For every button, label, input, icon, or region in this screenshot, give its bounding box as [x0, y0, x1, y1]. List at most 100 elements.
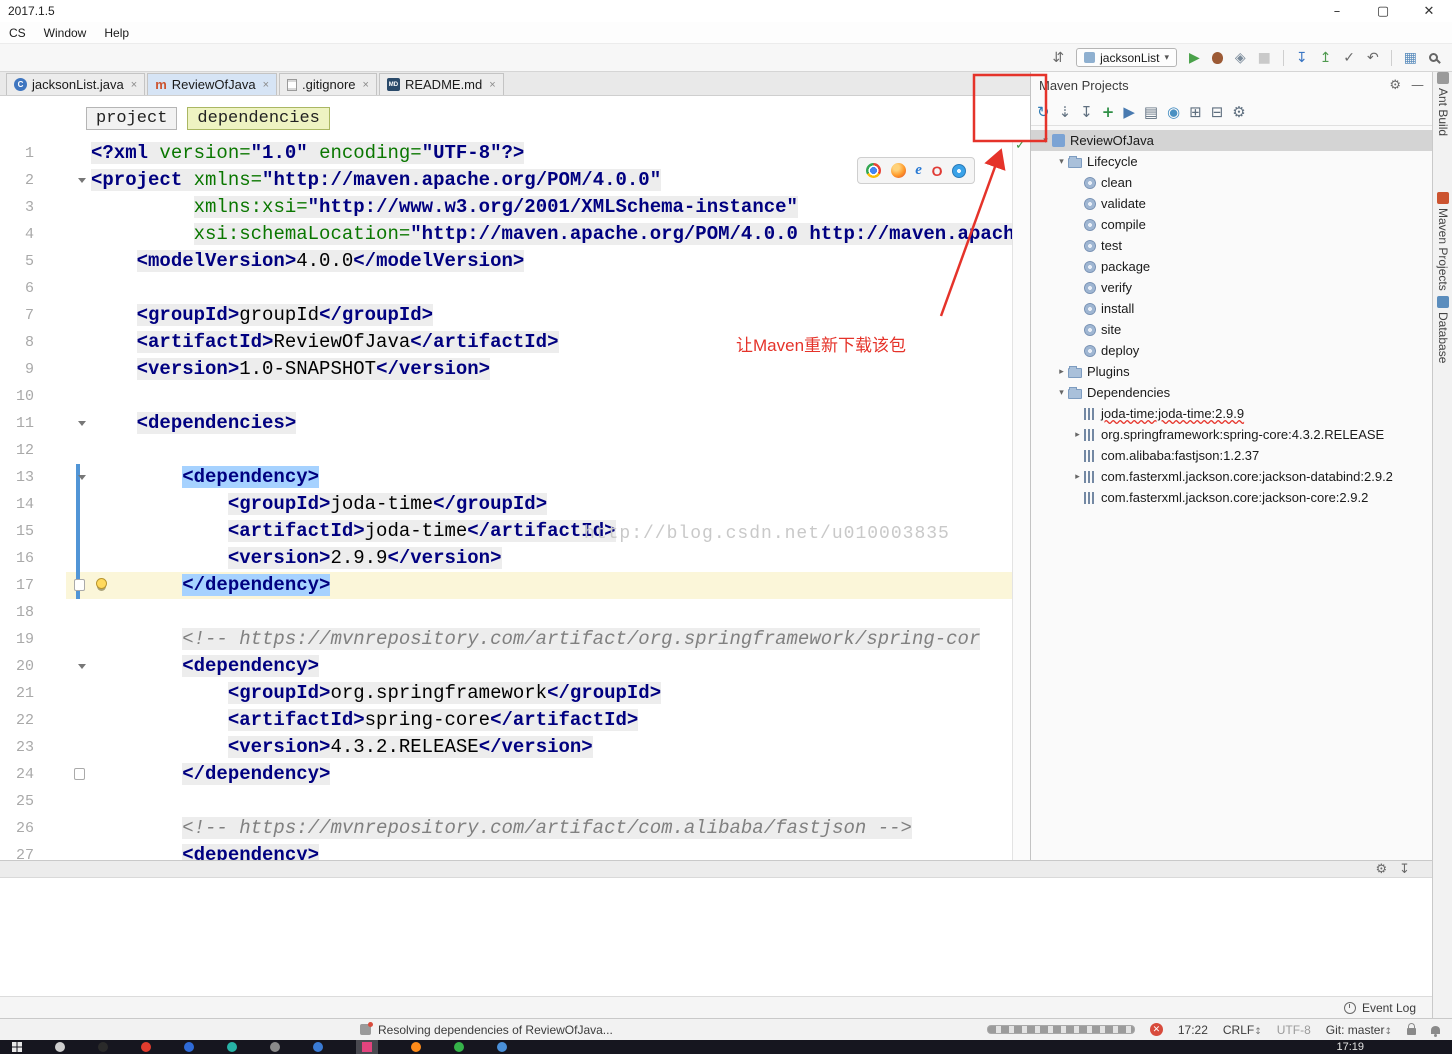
menu-item-window[interactable]: Window — [35, 22, 96, 43]
maven-tree-item-dependencies[interactable]: ▾Dependencies — [1031, 382, 1432, 403]
encoding-widget[interactable]: UTF-8 — [1277, 1023, 1311, 1037]
maven-tree-item-package[interactable]: package — [1031, 256, 1432, 277]
run-maven-build-icon[interactable]: ▶ — [1123, 104, 1135, 120]
fold-marker-icon[interactable] — [78, 178, 86, 183]
line-number[interactable]: 4 — [0, 221, 34, 248]
chevron-down-icon[interactable]: ▾ — [1055, 157, 1068, 167]
taskbar-app-icon[interactable] — [454, 1042, 464, 1052]
fold-marker-icon[interactable] — [78, 475, 86, 480]
maven-tree-item-test[interactable]: test — [1031, 235, 1432, 256]
tab-readme-md[interactable]: MDREADME.md× — [379, 73, 504, 95]
line-number[interactable]: 19 — [0, 626, 34, 653]
taskbar-app-icon[interactable] — [227, 1042, 237, 1052]
close-button[interactable]: ✕ — [1406, 4, 1452, 19]
event-log-button[interactable]: Event Log — [1362, 1001, 1416, 1015]
tab-jacksonlist-java[interactable]: CjacksonList.java× — [6, 73, 145, 95]
code-line[interactable]: 8 <artifactId>ReviewOfJava</artifactId> — [0, 329, 1030, 356]
chevron-down-icon[interactable]: ▾ — [1039, 136, 1052, 146]
taskbar-app-icon[interactable] — [98, 1042, 108, 1052]
fold-marker-icon[interactable] — [78, 421, 86, 426]
code-line[interactable]: 25 — [0, 788, 1030, 815]
customize-toolbar-icon[interactable]: ⇵ — [1052, 50, 1064, 66]
code-line[interactable]: 7 <groupId>groupId</groupId> — [0, 302, 1030, 329]
code-line[interactable]: 17 </dependency> — [0, 572, 1030, 599]
line-number[interactable]: 1 — [0, 140, 34, 167]
line-number[interactable]: 17 — [0, 572, 34, 599]
toolwindow-button-maven-projects[interactable]: Maven Projects — [1436, 208, 1450, 291]
code-line[interactable]: 18 — [0, 599, 1030, 626]
coverage-icon[interactable]: ◈ — [1235, 50, 1246, 66]
maven-tree-item-com-fasterxml-jackson-core-jackson-datab[interactable]: ▸com.fasterxml.jackson.core:jackson-data… — [1031, 466, 1432, 487]
line-number[interactable]: 23 — [0, 734, 34, 761]
line-number[interactable]: 18 — [0, 599, 34, 626]
code-editor[interactable]: 1<?xml version="1.0" encoding="UTF-8"?>2… — [0, 140, 1030, 860]
firefox-icon[interactable] — [891, 163, 906, 178]
maven-tree-item-joda-time-joda-time-2-9-9[interactable]: joda-time:joda-time:2.9.9 — [1031, 403, 1432, 424]
stop-icon[interactable]: ■ — [1258, 50, 1271, 66]
line-number[interactable]: 3 — [0, 194, 34, 221]
bottom-settings-icon[interactable]: ⚙ — [1375, 862, 1387, 877]
panel-settings-icon[interactable]: ⚙ — [1389, 78, 1401, 93]
line-number[interactable]: 27 — [0, 842, 34, 860]
maximize-button[interactable]: ▢ — [1360, 4, 1406, 19]
notifications-bell-icon[interactable] — [1431, 1026, 1440, 1034]
execute-goal-icon[interactable]: ◉ — [1167, 104, 1180, 120]
code-line[interactable]: 13 <dependency> — [0, 464, 1030, 491]
code-line[interactable]: 22 <artifactId>spring-core</artifactId> — [0, 707, 1030, 734]
line-number[interactable]: 16 — [0, 545, 34, 572]
hide-panel-icon[interactable]: — — [1411, 78, 1424, 93]
code-line[interactable]: 19 <!-- https://mvnrepository.com/artifa… — [0, 626, 1030, 653]
debug-icon[interactable] — [1212, 52, 1223, 64]
code-line[interactable]: 24 </dependency> — [0, 761, 1030, 788]
close-icon[interactable]: × — [263, 79, 269, 91]
menu-item-cs[interactable]: CS — [0, 22, 35, 43]
maven-settings-icon[interactable]: ⚙ — [1232, 104, 1245, 120]
breadcrumb-item-dependencies[interactable]: dependencies — [187, 107, 329, 130]
close-icon[interactable]: × — [489, 79, 495, 91]
code-line[interactable]: 6 — [0, 275, 1030, 302]
opera-icon[interactable]: O — [932, 163, 943, 179]
maven-tree-item-plugins[interactable]: ▸Plugins — [1031, 361, 1432, 382]
line-number[interactable]: 14 — [0, 491, 34, 518]
line-number[interactable]: 2 — [0, 167, 34, 194]
taskbar-app-active[interactable] — [356, 1040, 378, 1054]
line-number[interactable]: 25 — [0, 788, 34, 815]
lock-icon[interactable] — [1407, 1028, 1416, 1035]
maven-tree-item-install[interactable]: install — [1031, 298, 1432, 319]
code-line[interactable]: 4 xsi:schemaLocation="http://maven.apach… — [0, 221, 1030, 248]
code-line[interactable]: 27 <dependency> — [0, 842, 1030, 860]
safari-icon[interactable] — [952, 164, 966, 178]
line-number[interactable]: 7 — [0, 302, 34, 329]
taskbar-app-icon[interactable] — [184, 1042, 194, 1052]
code-line[interactable]: 23 <version>4.3.2.RELEASE</version> — [0, 734, 1030, 761]
line-number[interactable]: 20 — [0, 653, 34, 680]
breadcrumb-item-project[interactable]: project — [86, 107, 177, 130]
add-maven-project-icon[interactable]: + — [1102, 104, 1115, 120]
fold-end-icon[interactable] — [74, 768, 85, 780]
fold-end-icon[interactable] — [74, 579, 85, 591]
line-number[interactable]: 12 — [0, 437, 34, 464]
code-line[interactable]: 21 <groupId>org.springframework</groupId… — [0, 680, 1030, 707]
show-dependencies-icon[interactable]: ▤ — [1144, 104, 1158, 120]
vcs-commit-icon[interactable]: ✓ — [1343, 50, 1355, 66]
inspections-ok-icon[interactable]: ✓ — [1015, 138, 1026, 153]
line-number[interactable]: 24 — [0, 761, 34, 788]
maven-tree-item-site[interactable]: site — [1031, 319, 1432, 340]
intention-bulb-icon[interactable] — [96, 578, 107, 589]
line-number[interactable]: 9 — [0, 356, 34, 383]
menu-item-help[interactable]: Help — [95, 22, 138, 43]
run-button[interactable]: ▶ — [1189, 50, 1200, 66]
taskbar-app-icon[interactable] — [270, 1042, 280, 1052]
bottom-download-icon[interactable]: ↧ — [1399, 862, 1410, 877]
ie-icon[interactable]: e — [915, 162, 922, 179]
taskbar-app-icon[interactable] — [411, 1042, 421, 1052]
maven-tree-item-org-springframework-spring-core-4-3-2-re[interactable]: ▸org.springframework:spring-core:4.3.2.R… — [1031, 424, 1432, 445]
expand-all-icon[interactable]: ⊞ — [1189, 104, 1202, 120]
reimport-maven-icon[interactable]: ↻ — [1037, 104, 1050, 120]
taskbar-app-icon[interactable] — [497, 1042, 507, 1052]
download-sources-icon[interactable]: ↧ — [1080, 104, 1093, 120]
code-line[interactable]: 12 — [0, 437, 1030, 464]
maven-tree-item-reviewofjava[interactable]: ▾ReviewOfJava — [1031, 130, 1432, 151]
caret-position-widget[interactable]: 17:22 — [1178, 1023, 1208, 1037]
close-icon[interactable]: × — [131, 79, 137, 91]
